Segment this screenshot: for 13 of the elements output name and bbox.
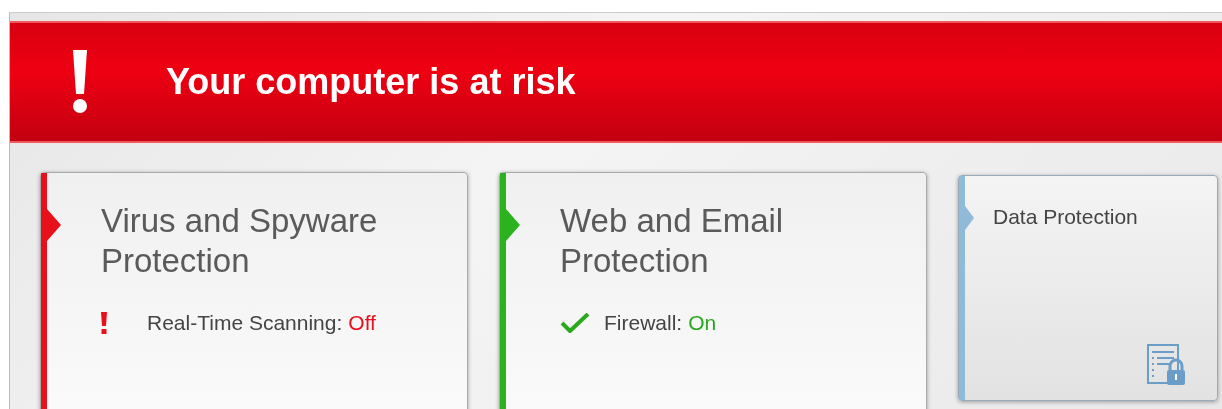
card-title: Data Protection bbox=[993, 204, 1139, 230]
status-value: Off bbox=[348, 311, 376, 335]
card-title: Web and Email Protection bbox=[560, 201, 785, 281]
status-label: Firewall: bbox=[604, 311, 683, 335]
exclamation-icon bbox=[70, 50, 90, 114]
protection-card[interactable]: Virus and Spyware Protection Real-Time Scanning: Off bbox=[40, 172, 468, 409]
status-label: Real-Time Scanning: bbox=[147, 311, 343, 335]
status-value: On bbox=[688, 311, 717, 335]
locked-document-icon bbox=[1147, 344, 1187, 386]
card-title: Virus and Spyware Protection bbox=[101, 201, 379, 281]
protection-card[interactable]: Web and Email Protection Firewall: On bbox=[499, 172, 927, 409]
alert-title: Your computer is at risk bbox=[166, 61, 576, 103]
protection-card[interactable]: Data Protection bbox=[958, 175, 1218, 401]
